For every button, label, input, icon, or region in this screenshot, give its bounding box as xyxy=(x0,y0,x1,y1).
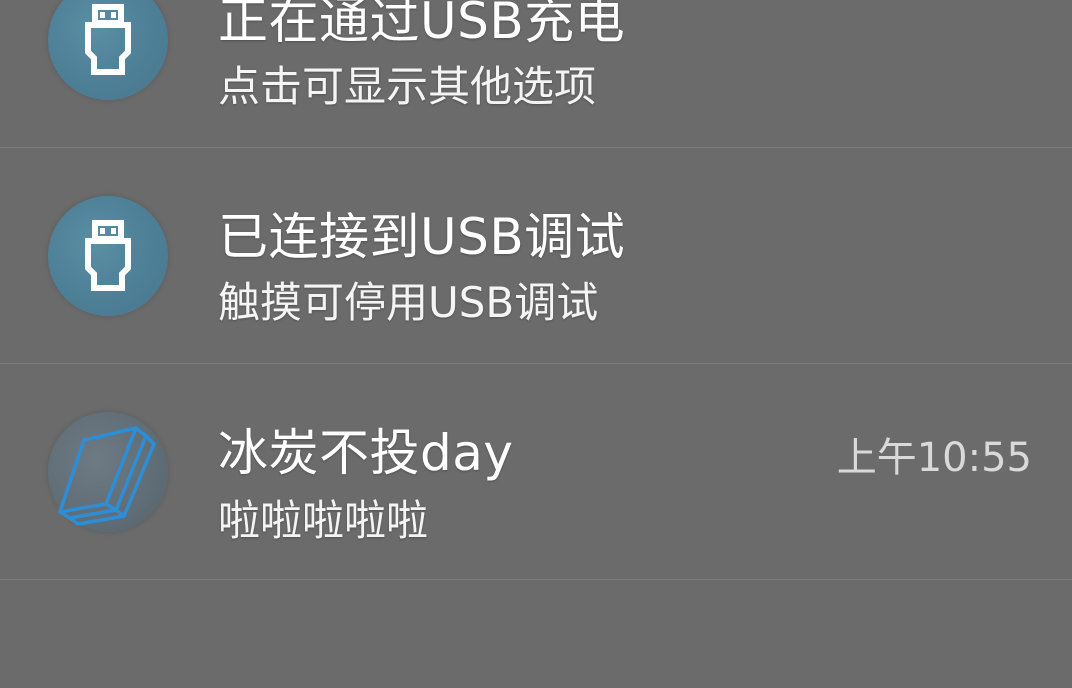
notification-title: 已连接到USB调试 xyxy=(218,208,626,266)
notification-title: 正在通过USB充电 xyxy=(218,0,626,50)
book-icon xyxy=(48,412,168,532)
notification-usb-debugging[interactable]: 已连接到USB调试 触摸可停用USB调试 xyxy=(0,148,1072,364)
notification-shade: 正在通过USB充电 点击可显示其他选项 已连接到USB调试 触摸可停用USB调试 xyxy=(0,0,1072,688)
notification-time: 上午10:55 xyxy=(836,435,1032,481)
usb-icon xyxy=(48,196,168,316)
notification-message[interactable]: 冰炭不投day 上午10:55 啦啦啦啦啦 xyxy=(0,364,1072,580)
usb-icon xyxy=(48,0,168,100)
notification-title: 冰炭不投day xyxy=(218,424,514,482)
notification-usb-charging[interactable]: 正在通过USB充电 点击可显示其他选项 xyxy=(0,0,1072,148)
notification-subtitle: 点击可显示其他选项 xyxy=(218,62,597,111)
notification-subtitle: 触摸可停用USB调试 xyxy=(218,278,599,327)
notification-subtitle: 啦啦啦啦啦 xyxy=(218,496,429,545)
